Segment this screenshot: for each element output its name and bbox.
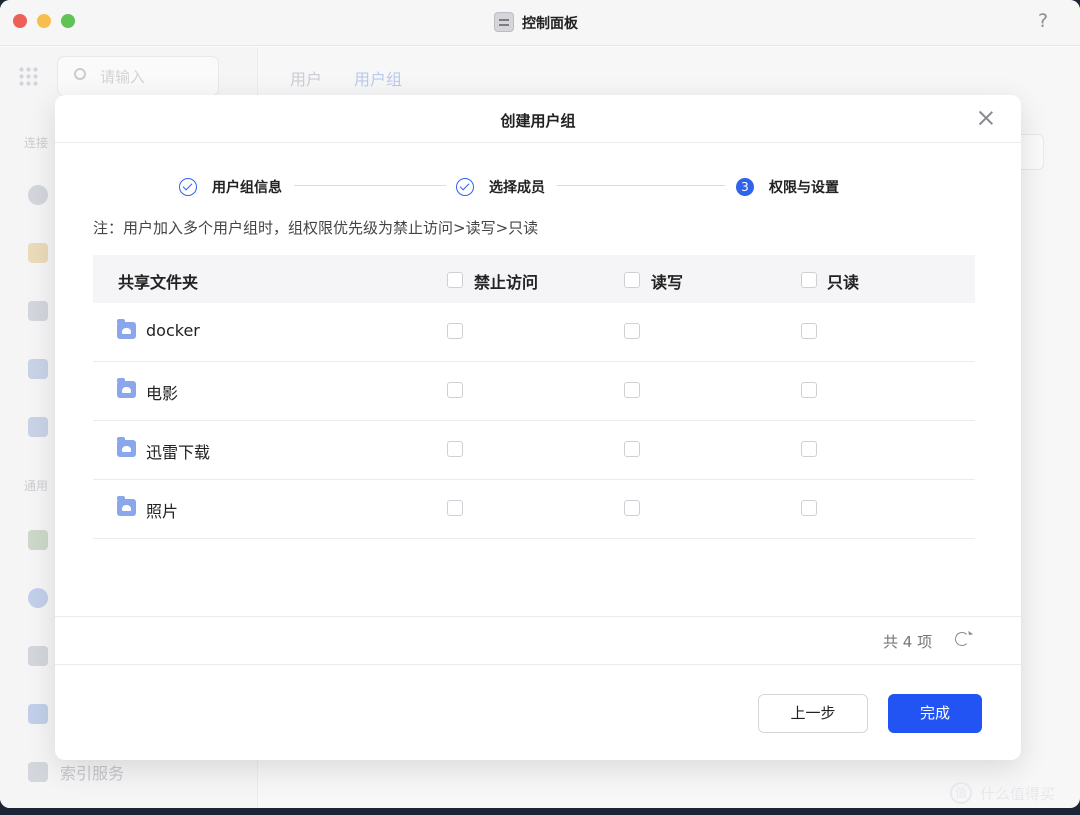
titlebar: 控制面板 ?: [0, 0, 1080, 46]
step-connector: [294, 185, 446, 186]
divider: [55, 664, 1021, 665]
shared-folder-icon: [117, 496, 136, 516]
read-write-checkbox[interactable]: [624, 323, 640, 339]
read-only-checkbox[interactable]: [801, 500, 817, 516]
check-circle-icon: [456, 178, 474, 196]
window-title: 控制面板: [522, 16, 578, 32]
divider: [55, 142, 1021, 143]
folder-name: 迅雷下载: [146, 443, 211, 462]
help-icon[interactable]: ?: [1038, 10, 1048, 32]
read-only-checkbox[interactable]: [801, 382, 817, 398]
step-connector: [557, 185, 725, 186]
step-permissions: 3 权限与设置: [736, 177, 839, 197]
zoom-window-button[interactable]: [61, 14, 75, 28]
step-label: 权限与设置: [769, 180, 839, 196]
item-count: 共 4 项: [883, 633, 933, 651]
folder-name: docker: [146, 321, 200, 340]
permission-note: 注：用户加入多个用户组时，组权限优先级为禁止访问>读写>只读: [93, 219, 539, 237]
step-label: 选择成员: [489, 180, 545, 196]
column-deny: 禁止访问: [474, 273, 539, 292]
read-only-checkbox[interactable]: [801, 441, 817, 457]
column-shared-folder: 共享文件夹: [118, 273, 199, 292]
divider: [55, 616, 1021, 617]
control-panel-icon: [494, 12, 514, 32]
dialog-title: 创建用户组: [500, 112, 576, 130]
deny-checkbox[interactable]: [447, 323, 463, 339]
table-row: 迅雷下载: [93, 421, 975, 480]
shared-folder-icon: [117, 319, 136, 339]
refresh-icon[interactable]: [955, 632, 969, 646]
table-row: docker: [93, 303, 975, 362]
deny-checkbox[interactable]: [447, 382, 463, 398]
folder-name: 照片: [146, 502, 179, 521]
control-panel-window: 控制面板 ? 请输入 连接 通用 索引服务 用户 用户组 创建用户组 用户组信息…: [0, 0, 1080, 808]
step-number: 3: [736, 178, 754, 196]
watermark-logo-icon: 值: [950, 782, 972, 804]
check-circle-icon: [179, 178, 197, 196]
watermark-text: 什么值得买: [980, 784, 1056, 803]
deny-checkbox[interactable]: [447, 441, 463, 457]
close-icon[interactable]: [975, 107, 997, 129]
column-read-only: 只读: [827, 273, 860, 292]
select-all-read-only-checkbox[interactable]: [801, 272, 817, 288]
shared-folder-icon: [117, 378, 136, 398]
read-write-checkbox[interactable]: [624, 382, 640, 398]
step-label: 用户组信息: [212, 180, 282, 196]
column-read-write: 读写: [651, 273, 684, 292]
finish-button[interactable]: 完成: [888, 694, 982, 733]
previous-step-button[interactable]: 上一步: [758, 694, 868, 733]
read-write-checkbox[interactable]: [624, 441, 640, 457]
folder-name: 电影: [146, 384, 179, 403]
select-all-read-write-checkbox[interactable]: [624, 272, 640, 288]
step-select-members: 选择成员: [456, 177, 545, 197]
table-header: 共享文件夹 禁止访问 读写 只读: [93, 255, 975, 303]
table-row: 照片: [93, 480, 975, 539]
minimize-window-button[interactable]: [37, 14, 51, 28]
step-group-info: 用户组信息: [179, 177, 282, 197]
read-write-checkbox[interactable]: [624, 500, 640, 516]
deny-checkbox[interactable]: [447, 500, 463, 516]
select-all-deny-checkbox[interactable]: [447, 272, 463, 288]
watermark: 值 什么值得买: [950, 782, 1055, 804]
close-window-button[interactable]: [13, 14, 27, 28]
read-only-checkbox[interactable]: [801, 323, 817, 339]
create-group-dialog: 创建用户组 用户组信息 选择成员 3 权限与设置 注：用户加入多个用户组时，组权…: [55, 95, 1021, 760]
table-row: 电影: [93, 362, 975, 421]
shared-folder-icon: [117, 437, 136, 457]
